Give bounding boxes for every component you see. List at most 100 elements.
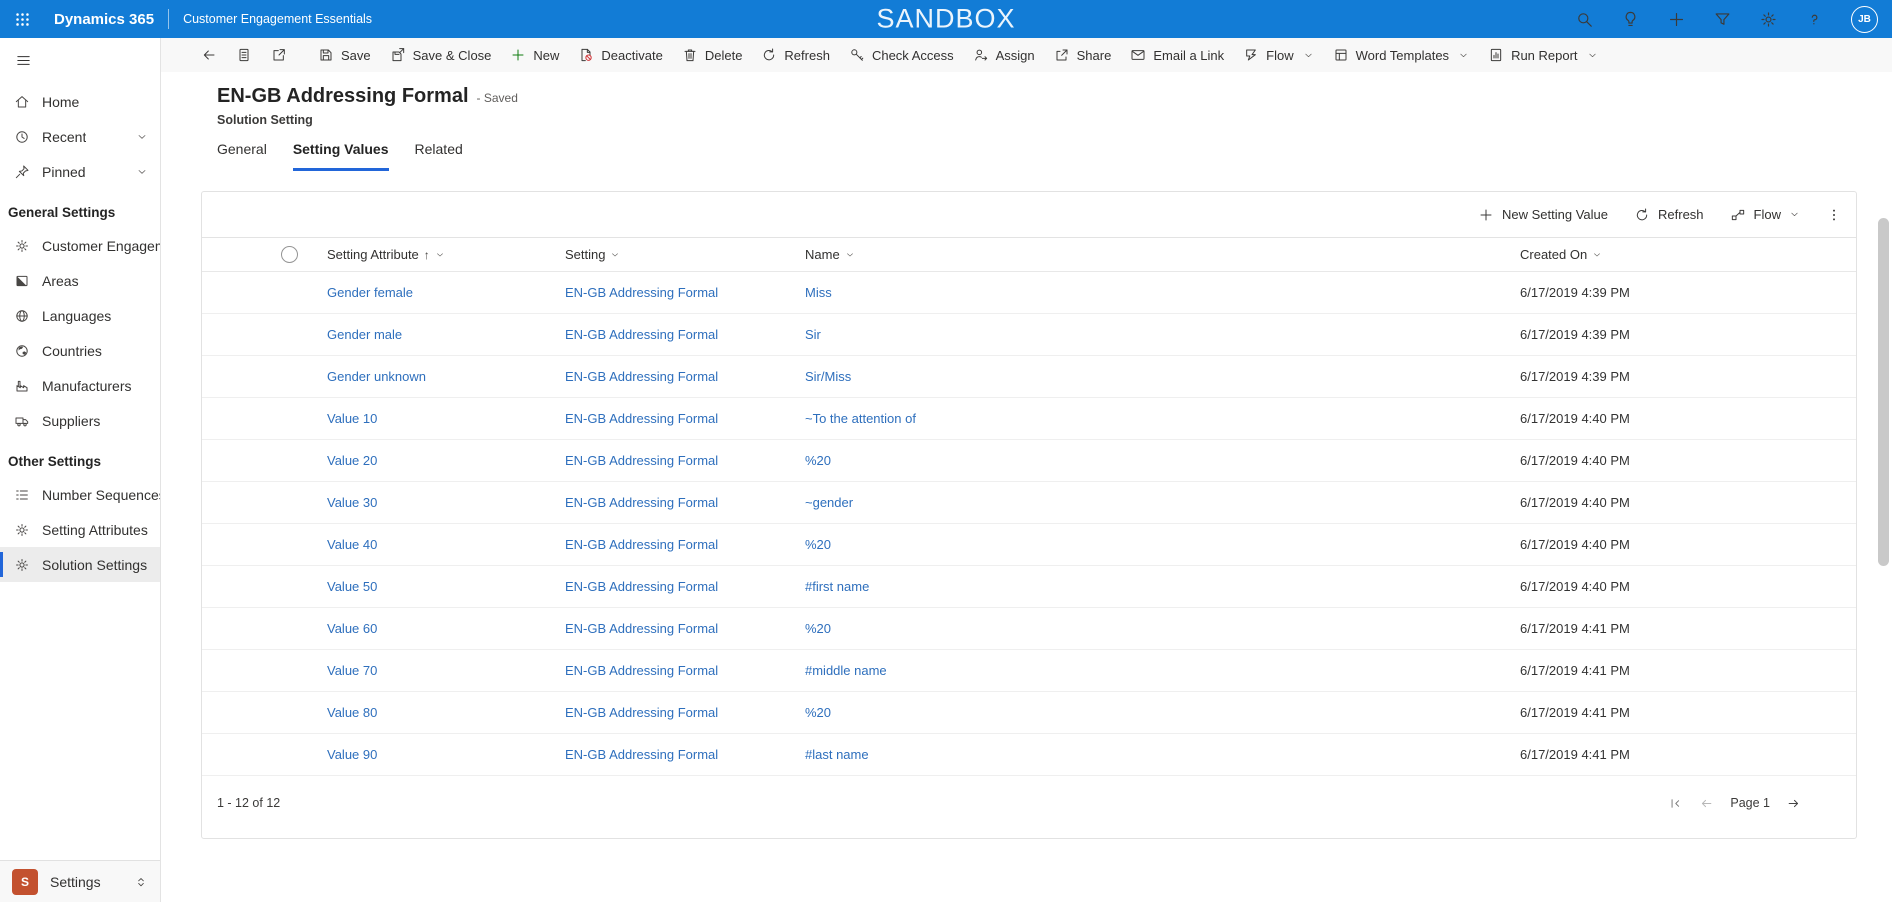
first-page-button[interactable] xyxy=(1668,796,1683,811)
topbar-icon-button[interactable] xyxy=(1759,10,1778,29)
name-link[interactable]: #middle name xyxy=(805,663,1520,678)
table-row[interactable]: Value 70 EN-GB Addressing Formal #middle… xyxy=(202,650,1856,692)
table-row[interactable]: Value 20 EN-GB Addressing Formal %20 6/1… xyxy=(202,440,1856,482)
sidebar-item[interactable]: Home xyxy=(0,84,160,119)
sidebar-item[interactable]: Areas xyxy=(0,263,160,298)
sidebar-item[interactable]: Setting Attributes xyxy=(0,512,160,547)
sidebar-item[interactable]: Countries xyxy=(0,333,160,368)
setting-attribute-link[interactable]: Gender unknown xyxy=(327,369,565,384)
setting-link[interactable]: EN-GB Addressing Formal xyxy=(565,369,805,384)
setting-attribute-link[interactable]: Value 90 xyxy=(327,747,565,762)
name-link[interactable]: #last name xyxy=(805,747,1520,762)
topbar-icon-button[interactable] xyxy=(1575,10,1594,29)
select-all-checkbox[interactable] xyxy=(281,246,298,263)
chevron-down-icon[interactable] xyxy=(1587,50,1598,61)
command-button[interactable]: Check Access xyxy=(849,47,954,63)
subgrid-toolbar-button[interactable]: Refresh xyxy=(1634,207,1704,223)
command-button[interactable]: Run Report xyxy=(1488,47,1597,63)
command-button[interactable] xyxy=(201,47,217,63)
sidebar-item[interactable]: Suppliers xyxy=(0,403,160,438)
sidebar-item[interactable]: Solution Settings xyxy=(0,547,160,582)
setting-attribute-link[interactable]: Value 20 xyxy=(327,453,565,468)
name-link[interactable]: Sir xyxy=(805,327,1520,342)
previous-page-button[interactable] xyxy=(1699,796,1714,811)
table-row[interactable]: Value 10 EN-GB Addressing Formal ~To the… xyxy=(202,398,1856,440)
name-link[interactable]: %20 xyxy=(805,453,1520,468)
command-button[interactable]: Delete xyxy=(682,47,742,63)
chevron-down-icon[interactable] xyxy=(435,250,445,260)
setting-link[interactable]: EN-GB Addressing Formal xyxy=(565,285,805,300)
sidebar-item[interactable]: Number Sequences xyxy=(0,477,160,512)
topbar-icon-button[interactable] xyxy=(1805,10,1824,29)
table-row[interactable]: Gender female EN-GB Addressing Formal Mi… xyxy=(202,272,1856,314)
column-header-created-on[interactable]: Created On xyxy=(1520,247,1856,262)
sidebar-item[interactable]: Customer Engageme… xyxy=(0,228,160,263)
setting-attribute-link[interactable]: Value 30 xyxy=(327,495,565,510)
setting-link[interactable]: EN-GB Addressing Formal xyxy=(565,579,805,594)
setting-link[interactable]: EN-GB Addressing Formal xyxy=(565,495,805,510)
name-link[interactable]: #first name xyxy=(805,579,1520,594)
sidebar-item[interactable]: Manufacturers xyxy=(0,368,160,403)
table-row[interactable]: Gender male EN-GB Addressing Formal Sir … xyxy=(202,314,1856,356)
form-tab[interactable]: General xyxy=(217,141,267,171)
sidebar-item[interactable]: Pinned xyxy=(0,154,160,189)
setting-link[interactable]: EN-GB Addressing Formal xyxy=(565,621,805,636)
table-row[interactable]: Value 40 EN-GB Addressing Formal %20 6/1… xyxy=(202,524,1856,566)
command-button[interactable]: Word Templates xyxy=(1333,47,1469,63)
form-tab[interactable]: Setting Values xyxy=(292,141,389,171)
command-button[interactable]: Refresh xyxy=(761,47,830,63)
product-brand[interactable]: Dynamics 365 xyxy=(54,11,154,28)
command-button[interactable]: Share xyxy=(1054,47,1111,63)
name-link[interactable]: %20 xyxy=(805,537,1520,552)
table-row[interactable]: Value 60 EN-GB Addressing Formal %20 6/1… xyxy=(202,608,1856,650)
setting-link[interactable]: EN-GB Addressing Formal xyxy=(565,327,805,342)
waffle-menu-icon[interactable] xyxy=(14,0,48,38)
command-button[interactable]: Email a Link xyxy=(1130,47,1224,63)
table-row[interactable]: Value 80 EN-GB Addressing Formal %20 6/1… xyxy=(202,692,1856,734)
command-button[interactable] xyxy=(236,47,252,63)
setting-attribute-link[interactable]: Value 80 xyxy=(327,705,565,720)
setting-link[interactable]: EN-GB Addressing Formal xyxy=(565,663,805,678)
table-row[interactable]: Value 90 EN-GB Addressing Formal #last n… xyxy=(202,734,1856,776)
column-header-setting[interactable]: Setting xyxy=(565,247,805,262)
command-button[interactable] xyxy=(271,47,287,63)
table-row[interactable]: Value 50 EN-GB Addressing Formal #first … xyxy=(202,566,1856,608)
setting-attribute-link[interactable]: Gender female xyxy=(327,285,565,300)
setting-attribute-link[interactable]: Value 70 xyxy=(327,663,565,678)
topbar-icon-button[interactable] xyxy=(1621,10,1640,29)
setting-link[interactable]: EN-GB Addressing Formal xyxy=(565,705,805,720)
command-button[interactable]: Flow xyxy=(1243,47,1313,63)
area-switcher[interactable]: S Settings xyxy=(0,860,160,902)
table-row[interactable]: Gender unknown EN-GB Addressing Formal S… xyxy=(202,356,1856,398)
setting-attribute-link[interactable]: Gender male xyxy=(327,327,565,342)
setting-attribute-link[interactable]: Value 10 xyxy=(327,411,565,426)
column-header-name[interactable]: Name xyxy=(805,247,1520,262)
setting-attribute-link[interactable]: Value 60 xyxy=(327,621,565,636)
topbar-icon-button[interactable] xyxy=(1713,10,1732,29)
name-link[interactable]: ~gender xyxy=(805,495,1520,510)
chevron-down-icon[interactable] xyxy=(1789,209,1800,220)
topbar-icon-button[interactable] xyxy=(1667,10,1686,29)
next-page-button[interactable] xyxy=(1786,796,1801,811)
command-button[interactable]: New xyxy=(510,47,559,63)
name-link[interactable]: ~To the attention of xyxy=(805,411,1520,426)
name-link[interactable]: Miss xyxy=(805,285,1520,300)
hamburger-menu-icon[interactable] xyxy=(0,38,160,84)
setting-link[interactable]: EN-GB Addressing Formal xyxy=(565,537,805,552)
table-row[interactable]: Value 30 EN-GB Addressing Formal ~gender… xyxy=(202,482,1856,524)
subgrid-toolbar-button[interactable] xyxy=(1826,207,1842,223)
setting-link[interactable]: EN-GB Addressing Formal xyxy=(565,747,805,762)
setting-attribute-link[interactable]: Value 40 xyxy=(327,537,565,552)
command-button[interactable]: Save xyxy=(318,47,371,63)
sidebar-item[interactable]: Languages xyxy=(0,298,160,333)
vertical-scrollbar-thumb[interactable] xyxy=(1878,218,1889,566)
setting-attribute-link[interactable]: Value 50 xyxy=(327,579,565,594)
sidebar-item[interactable]: Recent xyxy=(0,119,160,154)
column-header-setting-attribute[interactable]: Setting Attribute ↑ xyxy=(327,247,565,262)
chevron-down-icon[interactable] xyxy=(610,250,620,260)
subgrid-toolbar-button[interactable]: Flow xyxy=(1730,207,1800,223)
avatar[interactable]: JB xyxy=(1851,5,1878,33)
chevron-down-icon[interactable] xyxy=(1458,50,1469,61)
name-link[interactable]: %20 xyxy=(805,705,1520,720)
setting-link[interactable]: EN-GB Addressing Formal xyxy=(565,453,805,468)
